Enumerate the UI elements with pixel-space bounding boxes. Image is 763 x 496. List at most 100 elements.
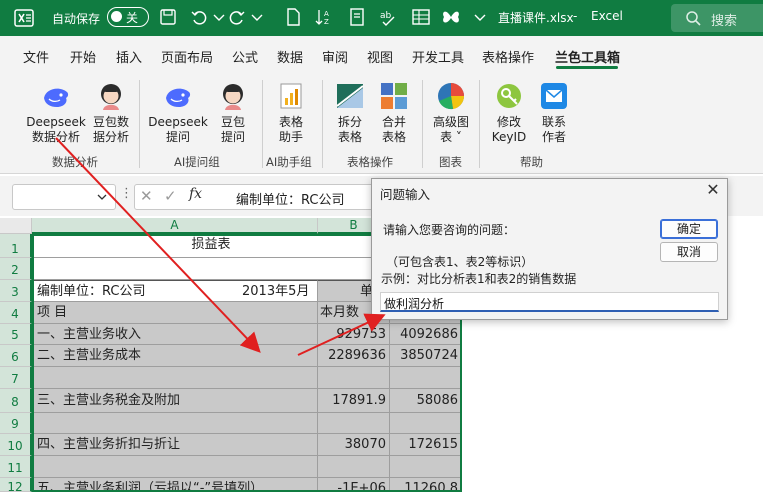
row-header[interactable]: 3	[0, 280, 32, 302]
deepseek-whale-icon	[166, 88, 191, 107]
tab-lanse-toolbox[interactable]: 兰色工具箱	[555, 47, 620, 66]
value-cell[interactable]: 58086	[390, 389, 462, 413]
sort-icon[interactable]: AZ	[312, 6, 334, 28]
table-assistant-button[interactable]: 表格 助手	[270, 80, 312, 145]
deepseek-ask-button[interactable]: Deepseek 提问	[146, 80, 210, 145]
cell[interactable]	[318, 367, 390, 389]
question-input[interactable]: 做利润分析	[380, 292, 719, 312]
value-cell[interactable]: 38070	[318, 434, 390, 456]
select-all-corner[interactable]	[0, 218, 32, 234]
undo-icon[interactable]	[188, 6, 210, 28]
tab-developer[interactable]: 开发工具	[412, 47, 464, 66]
print-preview-icon[interactable]	[346, 6, 368, 28]
header-item-cell[interactable]: 项 目	[32, 302, 318, 324]
svg-text:ab: ab	[380, 11, 392, 21]
row-header[interactable]: 4	[0, 302, 32, 324]
customize-toolbar-icon[interactable]	[469, 6, 491, 28]
key-icon	[497, 84, 521, 108]
row-label-cell[interactable]: 四、主营业务折扣与折让	[32, 434, 318, 456]
cell[interactable]	[32, 456, 318, 478]
tab-page-layout[interactable]: 页面布局	[161, 47, 213, 66]
value-cell[interactable]: 2289636	[318, 345, 390, 367]
tab-table-ops[interactable]: 表格操作	[482, 47, 534, 66]
row-header[interactable]: 5	[0, 324, 32, 345]
value-cell[interactable]: 11260.8	[390, 478, 462, 492]
search-box[interactable]: 搜索	[671, 4, 763, 32]
confirm-entry-icon[interactable]: ✓	[164, 187, 177, 205]
cell[interactable]	[390, 413, 462, 434]
formula-input[interactable]: 编制单位：RC公司	[224, 184, 374, 210]
row-header[interactable]: 2	[0, 258, 32, 280]
search-label: 搜索	[711, 14, 738, 29]
button-label-line1: 修改	[496, 115, 521, 129]
row-header[interactable]: 12	[0, 478, 32, 494]
name-box-dropdown-icon[interactable]	[96, 192, 108, 202]
mail-icon	[541, 83, 567, 109]
ribbon-separator	[479, 80, 480, 168]
new-document-icon[interactable]	[282, 6, 304, 28]
button-label-line2: 助手	[278, 130, 303, 144]
row-header[interactable]: 10	[0, 434, 32, 456]
split-table-icon	[336, 84, 364, 108]
row-label-cell[interactable]: 五、主营业务利润（亏损以“-”号填列）	[32, 478, 318, 492]
tab-review[interactable]: 审阅	[322, 47, 348, 66]
sheet-title-cell[interactable]: 损益表	[32, 234, 390, 258]
value-cell[interactable]: -1E+06	[318, 478, 390, 492]
tab-file[interactable]: 文件	[23, 47, 49, 66]
cell[interactable]	[318, 413, 390, 434]
doubao-data-analysis-button[interactable]: 豆包数 据分析	[88, 80, 134, 145]
column-header-a[interactable]: A	[32, 218, 318, 234]
redo-dropdown-icon[interactable]	[246, 6, 268, 28]
doubao-ask-button[interactable]: 豆包 提问	[212, 80, 254, 145]
dialog-prompt: 请输入您要咨询的问题：	[383, 223, 516, 237]
modify-keyid-button[interactable]: 修改 KeyID	[487, 80, 531, 145]
row-header[interactable]: 8	[0, 389, 32, 413]
formula-bar-grip[interactable]: ⋮	[120, 186, 133, 201]
cell[interactable]	[32, 413, 318, 434]
value-cell[interactable]: 17891.9	[318, 389, 390, 413]
autosave-state: 关	[126, 11, 139, 25]
row-label-cell[interactable]: 一、主营业务收入	[32, 324, 318, 345]
insert-function-icon[interactable]: fx	[189, 186, 202, 202]
split-table-button[interactable]: 拆分 表格	[330, 80, 370, 145]
group-label-ai-assistant: AI助手组	[266, 155, 312, 169]
value-cell[interactable]: 172615	[390, 434, 462, 456]
value-cell[interactable]: 929753	[318, 324, 390, 345]
cell[interactable]	[390, 456, 462, 478]
row-label-cell[interactable]: 三、主营业务税金及附加	[32, 389, 318, 413]
value-cell[interactable]: 3850724	[390, 345, 462, 367]
value-cell[interactable]: 4092686	[390, 324, 462, 345]
save-icon[interactable]	[157, 6, 179, 28]
advanced-chart-button[interactable]: 高级图 表 ˅	[428, 80, 474, 145]
spell-check-icon[interactable]: ab	[377, 6, 399, 28]
row-label-cell[interactable]: 二、主营业务成本	[32, 345, 318, 367]
redo-icon[interactable]	[226, 6, 248, 28]
autosave-toggle[interactable]: 关	[107, 7, 149, 27]
tab-view[interactable]: 视图	[367, 47, 393, 66]
tab-formulas[interactable]: 公式	[232, 47, 258, 66]
row-header[interactable]: 1	[0, 234, 32, 258]
ok-button[interactable]: 确定	[660, 219, 718, 239]
cell[interactable]	[390, 367, 462, 389]
tab-data[interactable]: 数据	[277, 47, 303, 66]
close-icon[interactable]: ✕	[704, 181, 722, 199]
cancel-button[interactable]: 取消	[660, 242, 718, 262]
unit-label-cell[interactable]: 编制单位：RC公司 2013年5月	[32, 280, 318, 302]
row-header[interactable]: 9	[0, 413, 32, 434]
report-date: 2013年5月	[242, 284, 310, 299]
butterfly-addin-icon[interactable]	[440, 6, 462, 28]
cancel-entry-icon[interactable]: ✕	[140, 187, 153, 205]
table-icon[interactable]	[410, 6, 432, 28]
tab-home[interactable]: 开始	[70, 47, 96, 66]
tab-insert[interactable]: 插入	[116, 47, 142, 66]
cell[interactable]	[32, 367, 318, 389]
row-header[interactable]: 7	[0, 367, 32, 389]
deepseek-data-analysis-button[interactable]: Deepseek 数据分析	[24, 80, 88, 145]
button-label-line2: 作者	[541, 130, 566, 144]
row-header[interactable]: 6	[0, 345, 32, 367]
cell[interactable]	[318, 456, 390, 478]
row-header[interactable]: 11	[0, 456, 32, 478]
merge-table-button[interactable]: 合并 表格	[374, 80, 414, 145]
ribbon-separator	[322, 80, 323, 168]
contact-author-button[interactable]: 联系 作者	[534, 80, 574, 145]
